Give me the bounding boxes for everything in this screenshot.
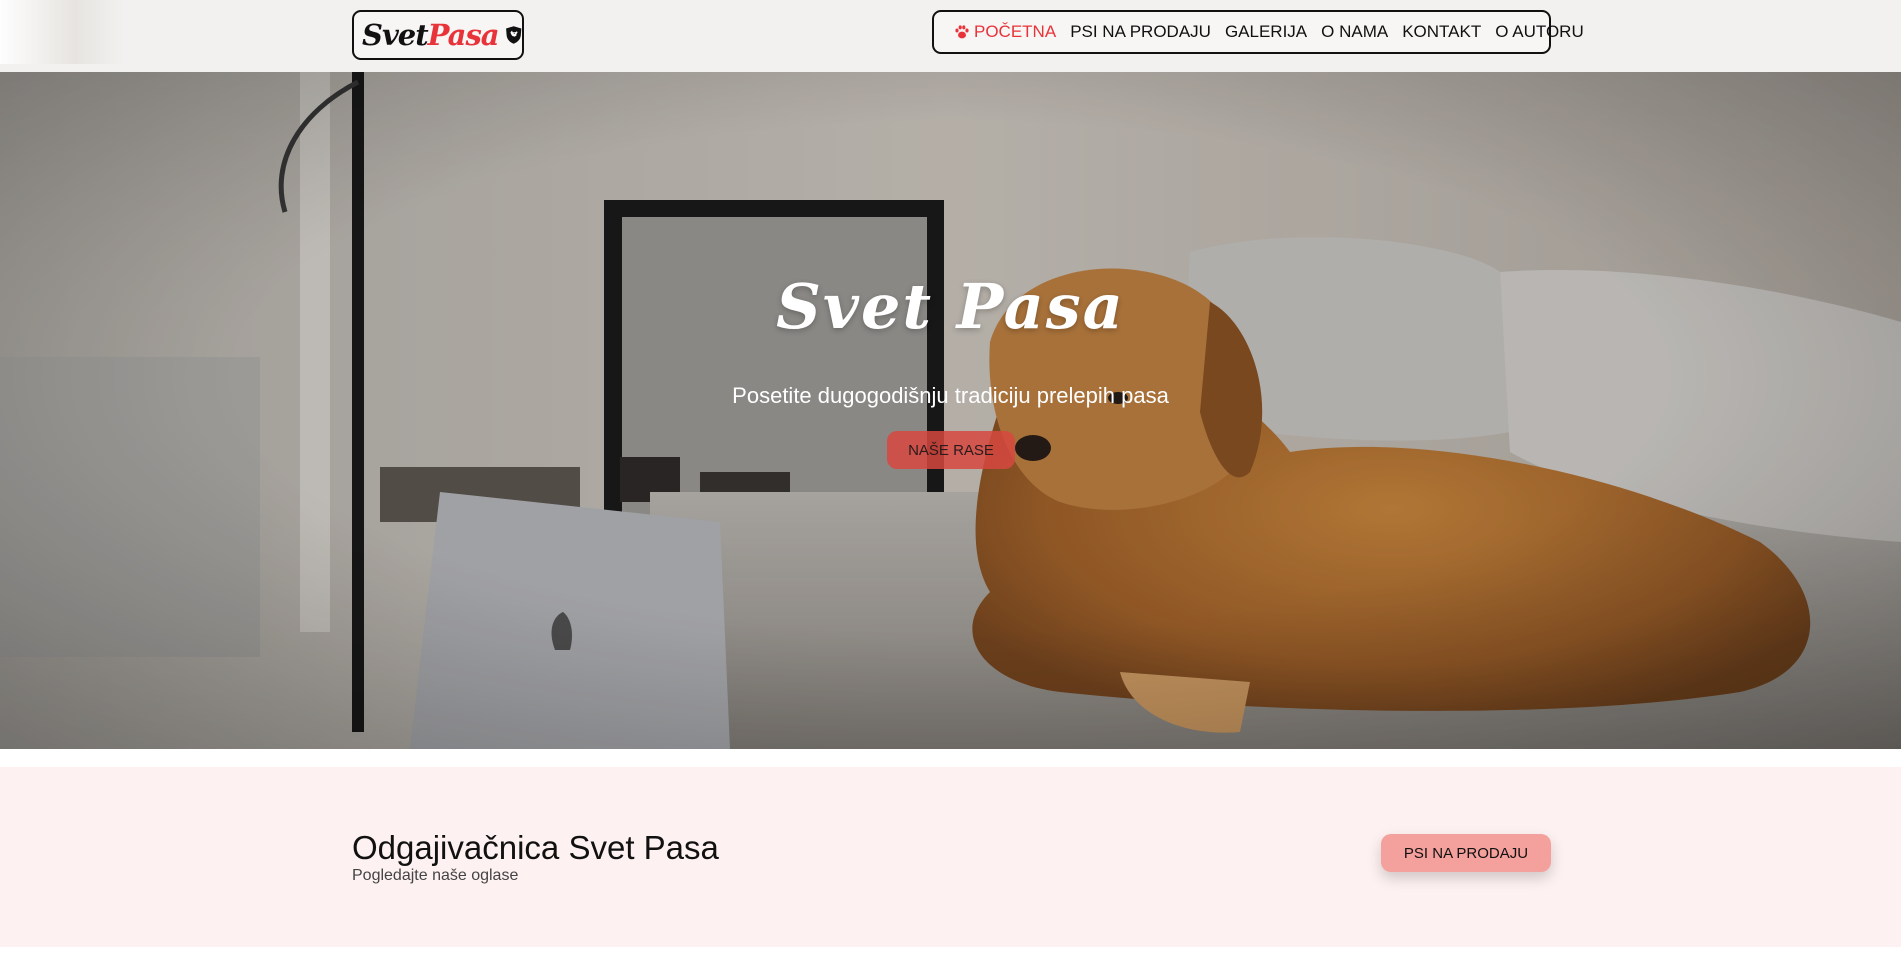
hero-subtitle: Posetite dugogodišnju tradiciju prelepih… <box>732 383 1169 408</box>
hero-title: Svet Pasa <box>776 270 1125 343</box>
breeder-section: Odgajivačnica Svet Pasa Pogledajte naše … <box>0 767 1901 947</box>
nase-rase-button[interactable]: NAŠE RASE <box>887 431 1015 469</box>
nav-label-psi-na-prodaju: PSI NA PRODAJU <box>1070 22 1211 41</box>
shield-dog-icon <box>505 26 521 44</box>
nav-label-galerija: GALERIJA <box>1224 22 1308 41</box>
header-glare <box>0 0 125 64</box>
nav-item-psi-na-prodaju[interactable]: PSI NA PRODAJU <box>1070 22 1211 42</box>
main-navigation: POČETNA PSI NA PRODAJU GALERIJA O NAMA K… <box>932 10 1584 54</box>
nav-item-o-autoru[interactable]: O AUTORU <box>1495 22 1583 42</box>
site-header: Svet Pasa POČETNA PSI NA PRODAJU GALERIJ… <box>0 0 1901 72</box>
hero-section: Svet Pasa Posetite dugogodišnju tradicij… <box>0 72 1901 749</box>
logo-text-pasa: Pasa <box>427 18 500 52</box>
nav-item-pocetna[interactable]: POČETNA <box>954 22 1056 42</box>
nav-item-kontakt[interactable]: KONTAKT <box>1402 22 1481 42</box>
nav-label-o-nama: O NAMA <box>1321 22 1389 41</box>
site-logo[interactable]: Svet Pasa <box>352 10 524 60</box>
nav-label-pocetna: POČETNA <box>974 22 1057 41</box>
paw-icon <box>955 25 969 39</box>
breeder-subtitle: Pogledajte naše oglase <box>352 867 519 884</box>
breeder-title: Odgajivačnica Svet Pasa <box>352 829 719 866</box>
nav-label-kontakt: KONTAKT <box>1402 22 1482 41</box>
nav-item-o-nama[interactable]: O NAMA <box>1321 22 1388 42</box>
nav-label-o-autoru: O AUTORU <box>1495 22 1584 41</box>
logo-text-svet: Svet <box>362 18 429 52</box>
hero-dog-photo <box>0 72 1901 749</box>
psi-na-prodaju-button[interactable]: PSI NA PRODAJU <box>1381 834 1551 872</box>
nav-item-galerija[interactable]: GALERIJA <box>1225 22 1307 42</box>
